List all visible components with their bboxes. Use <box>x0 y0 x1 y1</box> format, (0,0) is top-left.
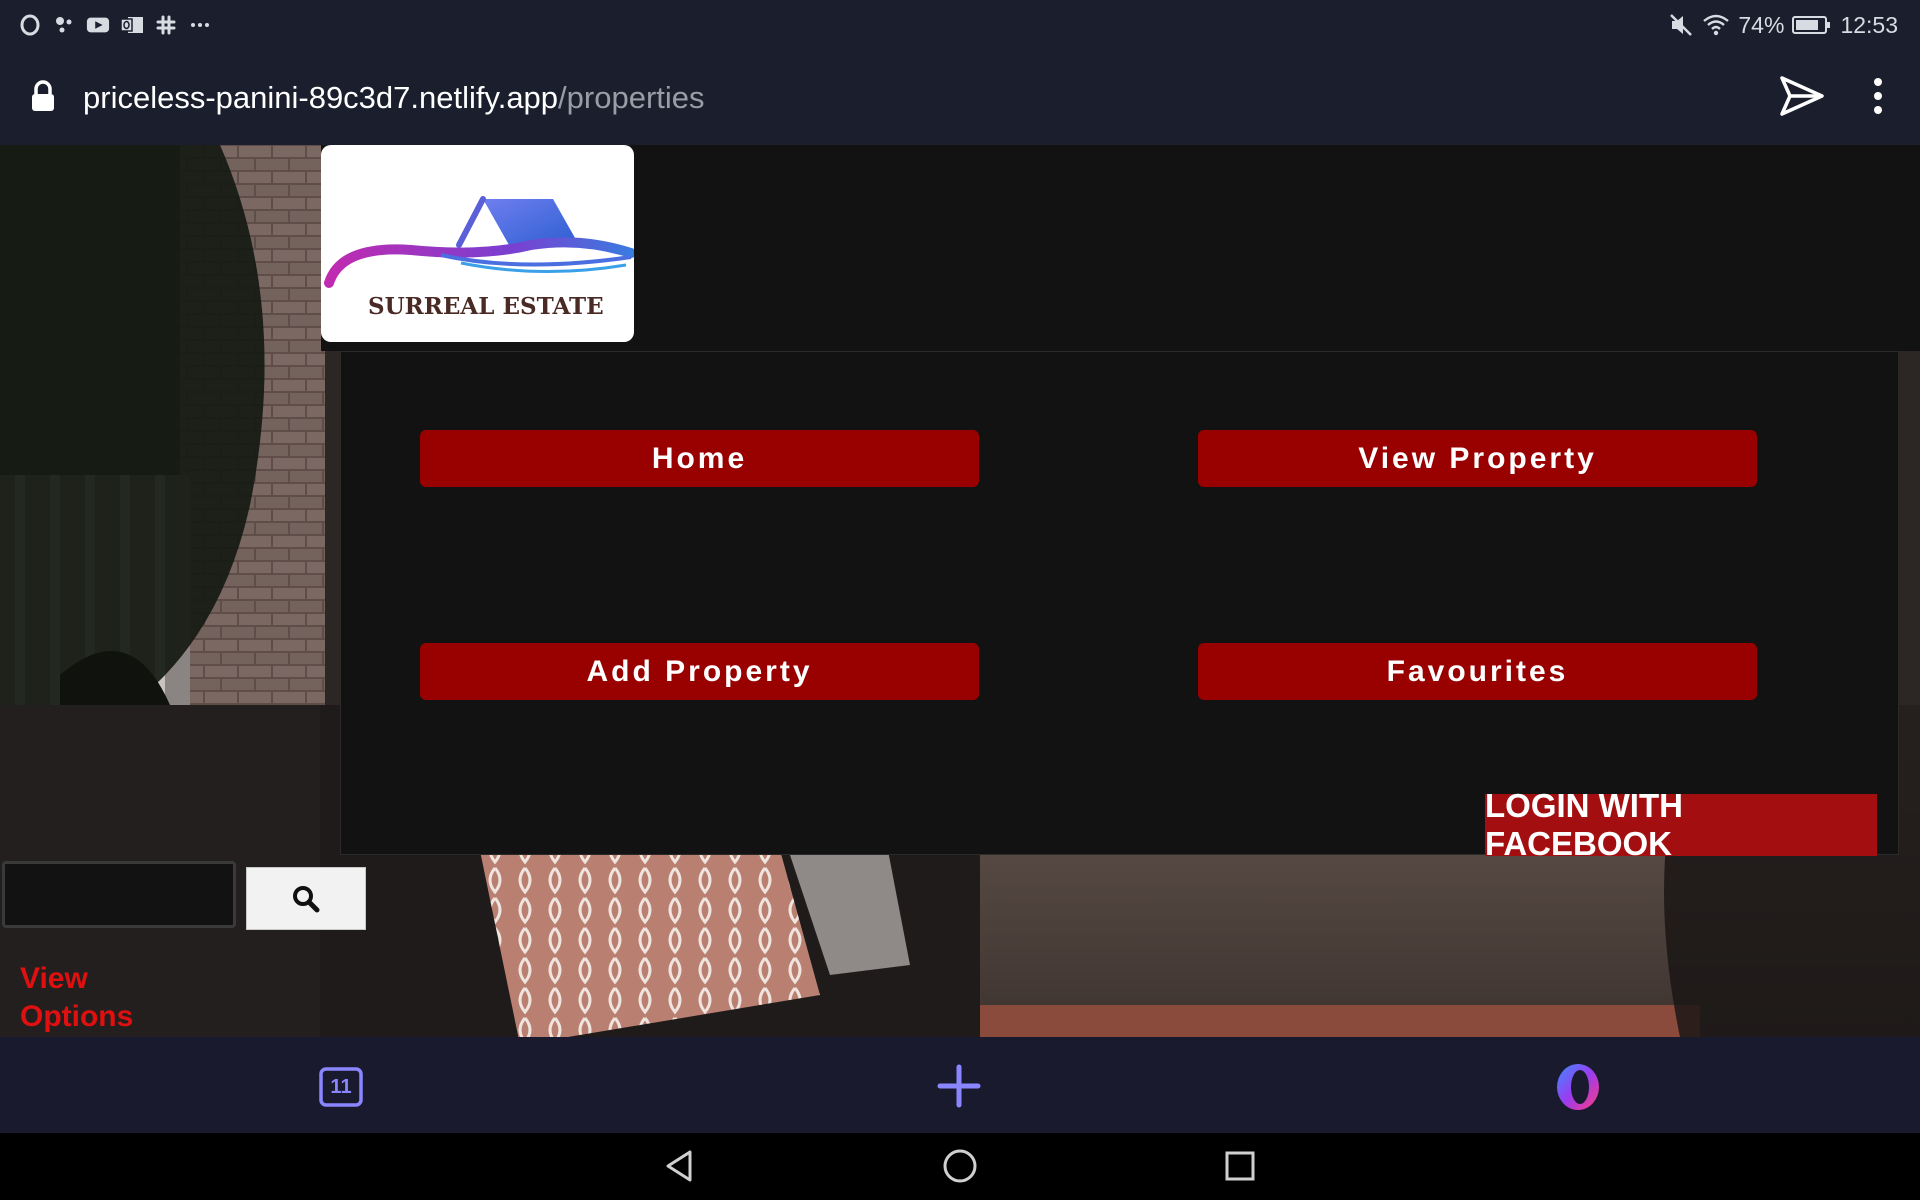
web-page: SURREAL ESTATE Home View Property Add Pr… <box>0 145 1920 1037</box>
slack-icon <box>154 13 178 37</box>
recent-apps-square-icon[interactable] <box>1220 1146 1260 1186</box>
youtube-icon <box>86 13 110 37</box>
system-indicators: 74% 12:53 <box>1668 10 1898 40</box>
back-triangle-icon[interactable] <box>660 1146 700 1186</box>
lock-icon <box>32 80 54 111</box>
url-field[interactable]: priceless-panini-89c3d7.netlify.app/prop… <box>83 78 705 118</box>
battery-percent: 74% <box>1738 11 1785 38</box>
view-property-button[interactable]: View Property <box>1198 430 1757 487</box>
home-circle-icon[interactable] <box>940 1146 980 1186</box>
send-icon[interactable] <box>1778 72 1826 120</box>
battery-icon <box>1792 14 1832 36</box>
navigation-panel <box>340 351 1899 855</box>
home-button[interactable]: Home <box>420 430 979 487</box>
favourites-button[interactable]: Favourites <box>1198 643 1757 700</box>
browser-bottom-bar: 11 <box>0 1037 1920 1133</box>
search-icon <box>293 885 320 912</box>
opera-notification-icon <box>18 13 42 37</box>
tab-count: 11 <box>330 1075 352 1098</box>
tabs-button[interactable]: 11 <box>319 1067 363 1107</box>
outlook-icon <box>120 13 144 37</box>
logo-wordmark: SURREAL ESTATE <box>368 293 604 320</box>
notification-icons <box>18 10 212 40</box>
search-button[interactable] <box>246 867 366 930</box>
opera-menu-icon[interactable] <box>1552 1061 1604 1113</box>
site-logo[interactable]: SURREAL ESTATE <box>321 145 634 342</box>
login-with-facebook-button[interactable]: LOGIN WITH FACEBOOK <box>1485 787 1877 862</box>
status-bar: 74% 12:53 <box>0 0 1920 50</box>
url-path: /properties <box>558 80 705 115</box>
search-input[interactable] <box>2 861 236 928</box>
cluster-icon <box>52 13 76 37</box>
view-options-link[interactable]: View Options <box>20 960 170 1036</box>
add-property-button[interactable]: Add Property <box>420 643 979 700</box>
clock: 12:53 <box>1840 11 1898 38</box>
mute-icon <box>1668 12 1694 38</box>
android-navigation-bar <box>0 1133 1920 1200</box>
more-vertical-icon[interactable] <box>1866 72 1890 120</box>
url-domain: priceless-panini-89c3d7.netlify.app <box>83 80 559 115</box>
new-tab-plus-icon[interactable] <box>937 1064 981 1108</box>
more-dots-icon <box>188 13 212 37</box>
wifi-icon <box>1702 13 1730 37</box>
browser-address-bar: priceless-panini-89c3d7.netlify.app/prop… <box>0 50 1920 145</box>
